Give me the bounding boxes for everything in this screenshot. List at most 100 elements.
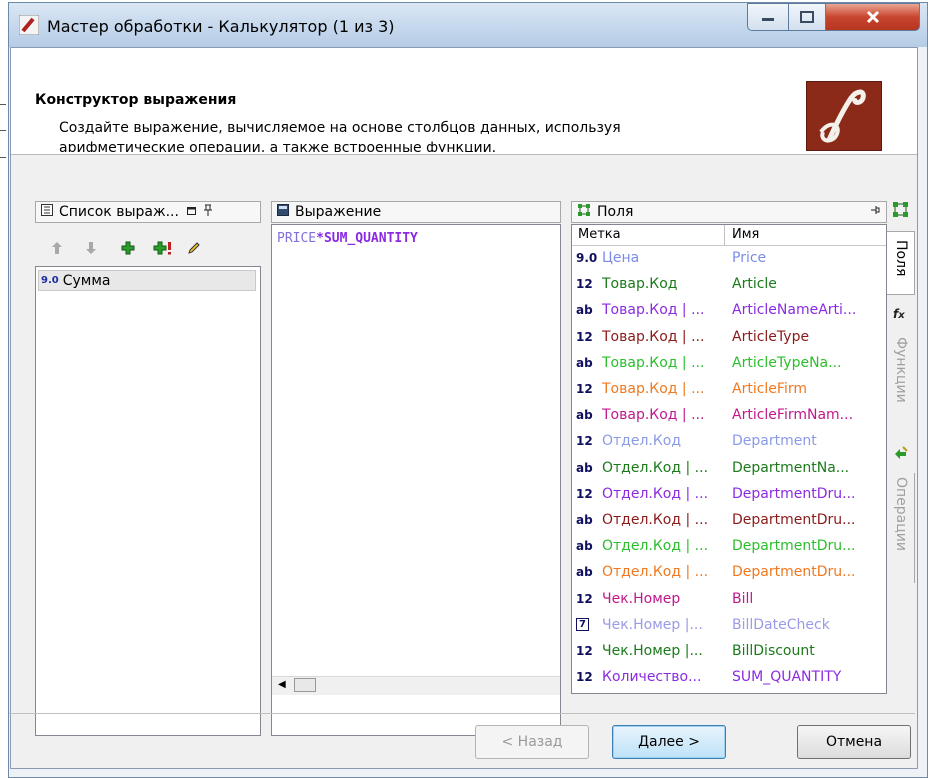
back-button[interactable]: < Назад (475, 725, 589, 759)
field-row[interactable]: ab Отдел.Код | ... DepartmentDru... (572, 509, 884, 534)
field-row[interactable]: 12 Отдел.Код Department (572, 430, 884, 455)
field-row[interactable]: 12 Чек.Номер |... BillDiscount (572, 640, 884, 665)
field-row[interactable]: 9.0 Цена Price (572, 247, 884, 272)
field-name: Article (732, 276, 777, 293)
field-row[interactable]: ab Отдел.Код | ... DepartmentDru... (572, 561, 884, 586)
field-row[interactable]: 7 Чек.Номер |... BillDateCheck (572, 614, 884, 639)
scroll-left-icon[interactable]: ◀ (278, 679, 286, 690)
next-button[interactable]: Далее > (612, 725, 726, 759)
expression-list-header: Список выраж... (35, 201, 261, 223)
tab-functions[interactable]: Функции (887, 333, 915, 433)
expression-text: PRICE*SUM_QUANTITY (277, 231, 418, 246)
field-type-tag: 9.0 (576, 251, 598, 265)
field-row[interactable]: 12 Чек.Номер Bill (572, 588, 884, 613)
field-type-tag: 12 (576, 382, 593, 396)
field-label: Товар.Код | ... (602, 354, 705, 371)
pin-icon[interactable] (870, 204, 880, 220)
field-name: Bill (732, 590, 754, 607)
field-type-tag: 12 (576, 277, 593, 292)
add-expression-button[interactable] (121, 241, 135, 259)
fields-panel-title: Поля (597, 204, 634, 220)
field-type-tag: ab (576, 303, 593, 318)
add-special-button[interactable] (153, 241, 173, 259)
maximize-icon (800, 11, 814, 23)
field-row[interactable]: 12 Количество... SUM_QUANTITY (572, 666, 884, 691)
list-icon (41, 204, 53, 220)
field-name: DepartmentDru... (732, 564, 856, 581)
window-title: Мастер обработки - Калькулятор (1 из 3) (47, 17, 395, 36)
field-row[interactable]: 12 Товар.Код Article (572, 273, 884, 298)
field-row[interactable]: ab Отдел.Код | ... DepartmentNa... (572, 457, 884, 482)
field-name: Department (732, 433, 817, 450)
calculator-logo-icon (807, 82, 881, 150)
tab-fields-label: Поля (893, 240, 909, 277)
float-panel-icon[interactable] (186, 204, 197, 220)
arrow-down-icon (86, 242, 96, 254)
calculator-icon (277, 204, 289, 220)
close-icon (866, 10, 879, 24)
field-name: Price (732, 250, 767, 266)
plus-exclamation-icon (153, 241, 171, 255)
edit-expression-button[interactable] (187, 241, 201, 259)
functions-tab-icon: fx (893, 307, 905, 321)
field-label: Отдел.Код | ... (602, 538, 709, 555)
field-type-tag: 12 (576, 670, 593, 685)
field-row[interactable]: ab Отдел.Код | ... DepartmentDru... (572, 535, 884, 560)
operations-tab-icon (887, 445, 915, 465)
field-label: Отдел.Код | ... (602, 485, 709, 502)
field-row[interactable]: 12 Товар.Код | ... ArticleFirm (572, 378, 884, 403)
move-down-button[interactable] (85, 241, 97, 259)
column-name-header[interactable]: Имя (732, 227, 759, 242)
field-label: Отдел.Код | ... (602, 564, 709, 581)
field-label: Отдел.Код | ... (602, 459, 709, 476)
field-name: ArticleTypeNa... (732, 354, 842, 371)
tab-fields[interactable]: Поля (887, 231, 915, 295)
expression-editor[interactable]: PRICE*SUM_QUANTITY ◀ (271, 224, 561, 736)
pin-icon[interactable] (203, 204, 213, 220)
list-item-label: Сумма (62, 272, 111, 289)
column-label-header[interactable]: Метка (578, 227, 621, 242)
field-name: BillDateCheck (732, 616, 830, 633)
field-label: Товар.Код | ... (602, 381, 705, 397)
field-row[interactable]: ab Товар.Код | ... ArticleNameArti... (572, 299, 884, 324)
fields-tab-icon (887, 201, 915, 229)
expression-field-quantity: SUM_QUANTITY (323, 231, 418, 246)
field-name: DepartmentDru... (732, 538, 856, 555)
move-up-button[interactable] (51, 241, 63, 259)
horizontal-scrollbar[interactable]: ◀ (272, 676, 560, 695)
close-button[interactable] (825, 3, 920, 31)
arrow-up-icon (52, 242, 62, 254)
field-type-tag: ab (576, 460, 593, 475)
list-item[interactable]: 9.0 Сумма (38, 270, 256, 291)
field-name: SUM_QUANTITY (732, 669, 842, 686)
field-type-tag: ab (576, 565, 593, 580)
dialog-window: Мастер обработки - Калькулятор (1 из 3) … (8, 2, 928, 778)
title-bar: Мастер обработки - Калькулятор (1 из 3) (9, 3, 927, 47)
field-row[interactable]: 12 Отдел.Код | ... DepartmentDru... (572, 483, 884, 508)
maximize-button[interactable] (788, 3, 826, 31)
fields-panel-header: Поля (571, 201, 887, 223)
cancel-button[interactable]: Отмена (797, 725, 911, 759)
expression-list-title: Список выраж... (59, 204, 179, 220)
field-row[interactable]: ab Товар.Код | ... ArticleTypeNa... (572, 352, 884, 377)
tab-operations[interactable]: Операции (887, 473, 915, 583)
expression-field-price: PRICE (277, 231, 317, 246)
tab-operations-label: Операции (893, 477, 909, 551)
fields-icon (577, 203, 591, 221)
minimize-icon (762, 18, 774, 21)
field-name: DepartmentDru... (732, 512, 856, 528)
field-label: Чек.Номер |... (602, 616, 703, 633)
type-tag: 9.0 (41, 275, 59, 286)
field-label: Отдел.Код | ... (602, 512, 709, 528)
fields-column-header: Метка Имя (572, 225, 886, 246)
expression-editor-header: Выражение (271, 201, 561, 223)
field-row[interactable]: 12 Товар.Код | ... ArticleType (572, 326, 884, 351)
field-row[interactable]: ab Товар.Код | ... ArticleFirmNam... (572, 404, 884, 429)
scroll-thumb[interactable] (294, 678, 316, 692)
field-name: ArticleNameArti... (732, 302, 857, 319)
field-name: BillDiscount (732, 643, 815, 659)
field-name: ArticleFirmNam... (732, 407, 854, 424)
pencil-icon (188, 242, 200, 254)
field-type-tag: 12 (576, 591, 593, 606)
minimize-button[interactable] (747, 3, 789, 31)
